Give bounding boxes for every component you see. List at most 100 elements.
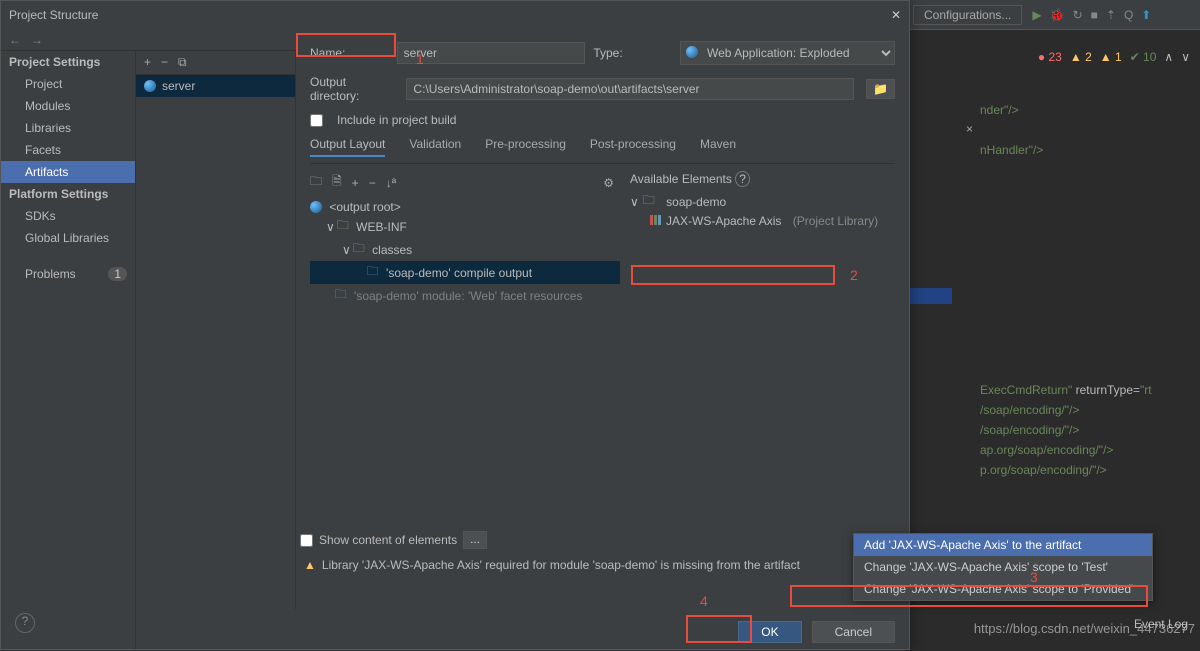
web-icon <box>686 46 698 58</box>
dialog-button-bar: OK Cancel <box>738 621 895 643</box>
new-folder-icon[interactable]: 🗀 <box>310 172 322 193</box>
add-icon[interactable]: + <box>144 55 151 70</box>
git-icon[interactable]: ⇡ <box>1106 8 1116 22</box>
tab-maven[interactable]: Maven <box>700 137 736 157</box>
sidebar-item-sdks[interactable]: SDKs <box>1 205 135 227</box>
warning-icon: ▲ <box>304 558 316 572</box>
gear-icon[interactable]: ⚙ <box>603 176 614 190</box>
annotation-label-2: 2 <box>850 267 858 283</box>
code-editor[interactable]: nder"/> nHandler"/> ExecCmdReturn" retur… <box>980 100 1190 480</box>
chevron-up-icon[interactable]: ∧ <box>1164 50 1173 64</box>
dialog-title: Project Structure <box>9 8 98 22</box>
run-icon[interactable]: ▶ <box>1032 8 1041 22</box>
include-build-checkbox[interactable] <box>310 114 323 127</box>
tree-webinf[interactable]: ∨ 🗀 WEB-INF <box>310 215 620 238</box>
artifact-list-panel: + − ⧉ server <box>136 51 296 609</box>
annotation-box-4 <box>686 615 752 643</box>
tree-facet-resources[interactable]: 🗀 'soap-demo' module: 'Web' facet resour… <box>310 284 620 307</box>
artifact-list-item[interactable]: server <box>136 75 295 97</box>
sort-icon[interactable]: ↓ª <box>386 176 396 190</box>
sidebar-item-global-libraries[interactable]: Global Libraries <box>1 227 135 249</box>
tab-validation[interactable]: Validation <box>409 137 461 157</box>
output-dir-input[interactable] <box>406 78 854 100</box>
forward-icon[interactable]: → <box>31 33 43 47</box>
upload-icon[interactable]: ⬆ <box>1141 8 1151 22</box>
debug-icon[interactable]: 🐞 <box>1050 8 1065 22</box>
close-icon[interactable]: ✕ <box>891 8 901 22</box>
stop-icon[interactable]: ■ <box>1091 8 1098 22</box>
output-layout-tree: 🗀 🗎 + − ↓ª ⚙ <output root> ∨ 🗀 WEB-INF ∨… <box>310 172 620 307</box>
copy-icon[interactable]: ⧉ <box>178 55 187 70</box>
include-build-label: Include in project build <box>337 113 456 127</box>
editor-selection <box>908 288 952 304</box>
help-icon[interactable]: ? <box>735 171 750 187</box>
available-elements: Available Elements ? ∨ 🗀 soap-demo JAX-W… <box>630 172 878 307</box>
tab-preprocessing[interactable]: Pre-processing <box>485 137 566 157</box>
show-content-row: Show content of elements ... <box>300 531 487 549</box>
output-dir-label: Output directory: <box>310 75 398 103</box>
artifact-list-toolbar: + − ⧉ <box>136 51 295 75</box>
web-icon <box>310 201 322 213</box>
sidebar-group-platform: Platform Settings <box>1 183 135 205</box>
error-count[interactable]: ● 23 <box>1038 50 1062 64</box>
show-content-label: Show content of elements <box>319 533 457 547</box>
weak-warning-count[interactable]: ▲ 1 <box>1100 50 1122 64</box>
ide-toolbar-icons: ▶ 🐞 ↻ ■ ⇡ Q ⬆ <box>1032 8 1151 22</box>
warning-text: Library 'JAX-WS-Apache Axis' required fo… <box>322 558 800 572</box>
web-icon <box>144 80 156 92</box>
sidebar-item-project[interactable]: Project <box>1 73 135 95</box>
chevron-down-icon[interactable]: ∨ <box>1181 50 1190 64</box>
tab-output-layout[interactable]: Output Layout <box>310 137 385 157</box>
annotation-label-3: 3 <box>1030 569 1038 585</box>
sidebar-item-facets[interactable]: Facets <box>1 139 135 161</box>
sidebar-item-libraries[interactable]: Libraries <box>1 117 135 139</box>
more-button[interactable]: ... <box>463 531 487 549</box>
search-icon[interactable]: Q <box>1124 8 1133 22</box>
tree-toolbar: 🗀 🗎 + − ↓ª ⚙ <box>310 172 620 193</box>
add-icon[interactable]: + <box>352 176 359 190</box>
annotation-box-3 <box>790 585 1148 607</box>
tree-root[interactable]: <output root> <box>310 199 620 215</box>
cancel-button[interactable]: Cancel <box>812 621 895 643</box>
artifact-settings-panel: Name: Type: Web Application: Exploded Ou… <box>296 33 909 609</box>
editor-tab-close-icon[interactable]: × <box>966 122 973 136</box>
sidebar-item-artifacts[interactable]: Artifacts <box>1 161 135 183</box>
passed-count[interactable]: ✔ 10 <box>1130 50 1157 64</box>
back-icon[interactable]: ← <box>9 33 21 47</box>
show-content-checkbox[interactable] <box>300 534 313 547</box>
sidebar-item-problems[interactable]: Problems 1 <box>1 263 135 285</box>
sidebar-item-modules[interactable]: Modules <box>1 95 135 117</box>
menu-add-to-artifact[interactable]: Add 'JAX-WS-Apache Axis' to the artifact <box>854 534 1152 556</box>
remove-icon[interactable]: − <box>161 55 168 70</box>
tab-postprocessing[interactable]: Post-processing <box>590 137 676 157</box>
artifact-tabs: Output Layout Validation Pre-processing … <box>310 137 895 164</box>
annotation-box-2 <box>631 265 835 285</box>
menu-scope-test[interactable]: Change 'JAX-WS-Apache Axis' scope to 'Te… <box>854 556 1152 578</box>
project-structure-dialog: Project Structure ✕ ← → Project Settings… <box>0 0 910 650</box>
browse-icon[interactable]: 📁 <box>866 79 895 99</box>
settings-sidebar: Project Settings Project Modules Librari… <box>1 51 136 649</box>
sidebar-group-project: Project Settings <box>1 51 135 73</box>
warning-bar: ▲ Library 'JAX-WS-Apache Axis' required … <box>296 551 909 579</box>
warning-count[interactable]: ▲ 2 <box>1070 50 1092 64</box>
name-input[interactable] <box>397 42 586 64</box>
help-icon[interactable]: ? <box>15 613 35 633</box>
run-configurations-button[interactable]: Configurations... <box>913 5 1022 25</box>
ide-toolbar: Configurations... ▶ 🐞 ↻ ■ ⇡ Q ⬆ <box>905 0 1200 30</box>
annotation-label-4: 4 <box>700 593 708 609</box>
artifact-name: server <box>162 79 195 93</box>
annotation-label-1: 1 <box>416 51 424 67</box>
type-select[interactable]: Web Application: Exploded <box>680 41 895 65</box>
tree-classes[interactable]: ∨ 🗀 classes <box>310 238 620 261</box>
sync-icon[interactable]: ↻ <box>1073 8 1083 22</box>
available-library[interactable]: JAX-WS-Apache Axis (Project Library) <box>630 213 878 229</box>
available-module[interactable]: ∨ 🗀 soap-demo <box>630 190 878 213</box>
library-icon <box>650 214 662 228</box>
type-label: Type: <box>593 46 672 60</box>
event-log-link[interactable]: Event Log <box>1134 617 1188 631</box>
new-file-icon[interactable]: 🗎 <box>332 172 342 193</box>
dialog-titlebar[interactable]: Project Structure ✕ <box>1 1 909 29</box>
tree-compile-output[interactable]: 🗀 'soap-demo' compile output <box>310 261 620 284</box>
remove-icon[interactable]: − <box>369 176 376 190</box>
inspection-status: ● 23 ▲ 2 ▲ 1 ✔ 10 ∧ ∨ <box>1038 50 1190 64</box>
